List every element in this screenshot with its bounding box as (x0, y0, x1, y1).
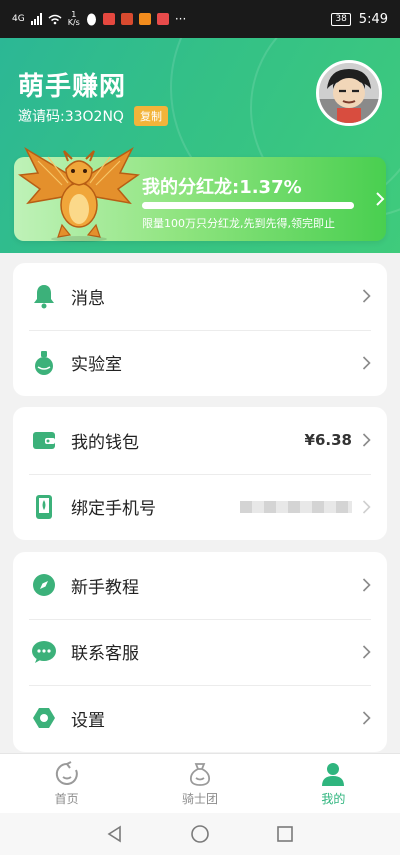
dividend-dragon-banner[interactable]: 我的分红龙:1.37% 限量100万只分红龙,先到先得,领完即止 (14, 147, 386, 242)
menu-item-lab[interactable]: 实验室 (13, 329, 387, 397)
home-refresh-icon (55, 760, 78, 785)
chevron-right-icon (362, 711, 371, 725)
menu-item-label: 我的钱包 (71, 432, 139, 453)
bottom-navigation: 首页 骑士团 我的 (0, 753, 400, 813)
back-icon[interactable] (106, 825, 124, 843)
menu-item-label: 绑定手机号 (71, 499, 156, 520)
menu-item-bind-phone[interactable]: 绑定手机号 (13, 473, 387, 541)
chevron-right-icon (362, 645, 371, 659)
menu-item-wallet[interactable]: 我的钱包 ¥6.38 (13, 407, 387, 474)
wallet-icon (31, 427, 57, 453)
menu-item-tutorial[interactable]: 新手教程 (13, 552, 387, 619)
menu-item-messages[interactable]: 消息 (13, 263, 387, 330)
tab-knights[interactable]: 骑士团 (133, 754, 266, 813)
menu-card-help: 新手教程 联系客服 设置 (13, 552, 387, 752)
recents-icon[interactable] (276, 825, 294, 843)
user-icon (322, 762, 345, 786)
dragon-illustration (18, 147, 140, 242)
clock: 5:49 (358, 11, 388, 27)
chevron-right-icon (362, 578, 371, 592)
tab-label: 我的 (321, 791, 346, 806)
app-notification-icon (120, 13, 133, 25)
bell-icon (31, 283, 57, 309)
menu-item-label: 新手教程 (71, 577, 139, 598)
menu-item-label: 设置 (71, 710, 105, 731)
menu-item-label: 消息 (71, 288, 105, 309)
app-notification-icon (156, 13, 169, 25)
status-left: 4G 1 K/s ··· (12, 11, 186, 27)
menu-item-customer-service[interactable]: 联系客服 (13, 618, 387, 686)
hexagon-settings-icon (31, 705, 57, 731)
chevron-right-icon (362, 289, 371, 303)
tab-mine[interactable]: 我的 (267, 754, 400, 813)
chevron-right-icon (376, 192, 385, 206)
dividend-progress-fill (142, 202, 354, 209)
masked-phone-number (240, 500, 352, 513)
battery-icon: 38 (331, 12, 351, 26)
menu-item-settings[interactable]: 设置 (13, 685, 387, 752)
network-type: 4G (12, 14, 25, 24)
dividend-subtitle: 限量100万只分红龙,先到先得,领完即止 (142, 217, 335, 230)
dividend-title: 我的分红龙:1.37% (142, 177, 302, 198)
qq-penguin-icon (86, 13, 96, 25)
copy-button[interactable]: 复制 (133, 106, 168, 126)
status-right: 38 5:49 (331, 12, 388, 27)
dividend-progress-bar (142, 202, 354, 209)
signal-icon (30, 13, 42, 25)
chat-bubble-icon (31, 639, 57, 665)
app-title: 萌手赚网 (18, 72, 127, 102)
tab-label: 骑士团 (181, 791, 218, 806)
app-notification-icon (102, 13, 115, 25)
phone-icon (31, 494, 57, 520)
invite-code: 邀请码:33O2NQ (18, 109, 124, 125)
home-circle-icon[interactable] (190, 824, 210, 844)
tab-home[interactable]: 首页 (0, 754, 133, 813)
net-speed: 1 K/s (67, 10, 80, 27)
tab-label: 首页 (54, 791, 79, 806)
menu-item-label: 联系客服 (71, 644, 139, 665)
wallet-balance: ¥6.38 (304, 431, 352, 450)
menu-card-account: 我的钱包 ¥6.38 绑定手机号 (13, 407, 387, 540)
chevron-right-icon (362, 356, 371, 370)
status-bar: 4G 1 K/s ··· 38 5:49 (0, 0, 400, 38)
chevron-right-icon (362, 500, 371, 514)
app-notification-icon (138, 13, 151, 25)
menu-item-label: 实验室 (71, 355, 122, 376)
chevron-right-icon (362, 433, 371, 447)
flask-icon (31, 350, 57, 376)
invite-row: 邀请码:33O2NQ 复制 (18, 106, 168, 126)
wifi-icon (48, 14, 62, 24)
money-bag-icon (189, 762, 210, 786)
system-navigation (0, 813, 400, 855)
avatar-image (319, 63, 379, 123)
avatar[interactable] (316, 60, 382, 126)
more-notifications: ··· (174, 12, 187, 26)
compass-icon (31, 572, 57, 598)
menu-card-general: 消息 实验室 (13, 263, 387, 396)
